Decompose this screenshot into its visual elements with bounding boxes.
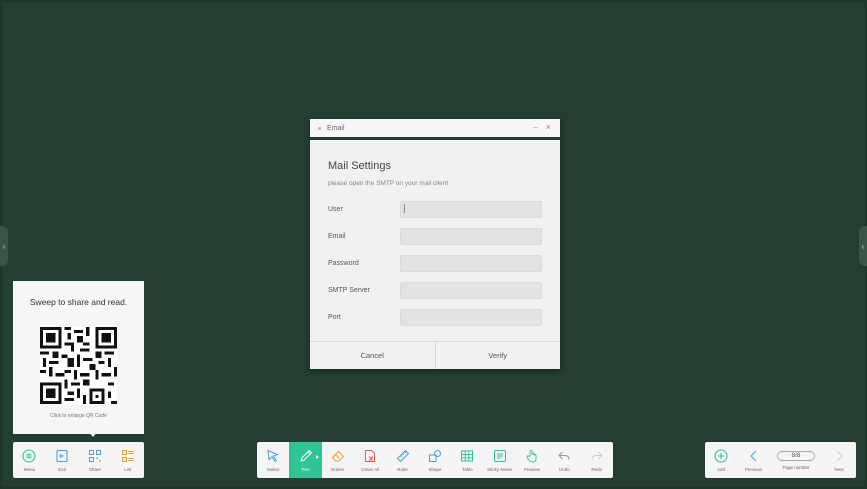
sticky-notes-label: Sticky-Notes [487, 466, 513, 472]
smtp-server-label: SMTP Server [328, 287, 370, 294]
table-icon [461, 450, 474, 461]
dialog-subtitle: please open the SMTP on your mail client [328, 180, 449, 187]
qr-icon [88, 449, 101, 462]
eraser-icon [331, 450, 345, 461]
dialog-heading: Mail Settings [328, 160, 391, 172]
sticky-notes-tool[interactable]: Sticky-Notes [484, 442, 516, 478]
dialog-footer: Cancel Verify [310, 341, 560, 369]
page-indicator[interactable]: 8/8 [777, 450, 815, 461]
next-page-button[interactable]: Next [822, 442, 856, 478]
undo-button[interactable]: Undo [548, 442, 580, 478]
preview-tool[interactable]: Preview [516, 442, 548, 478]
share-panel-pointer [88, 431, 98, 437]
undo-icon [558, 451, 570, 460]
shape-tool[interactable]: Shape [419, 442, 451, 478]
list-icon [121, 449, 134, 462]
menu-button[interactable]: Menu [13, 442, 46, 478]
drawing-toolbar: Select Pen Eraser Clean All Ruler Shape … [257, 442, 613, 478]
ruler-label: Ruler [397, 466, 408, 472]
share-label: Share [88, 466, 101, 472]
preview-label: Preview [524, 466, 541, 472]
shape-label: Shape [428, 466, 442, 472]
pen-icon [299, 449, 312, 462]
previous-page-button[interactable]: Previous [737, 442, 770, 478]
exit-button[interactable]: Exit [46, 442, 79, 478]
right-edge-expand-handle[interactable]: ‹ [859, 226, 867, 266]
left-edge-expand-handle[interactable]: › [0, 226, 8, 266]
menu-label: Menu [23, 466, 35, 472]
add-icon [714, 448, 728, 463]
chevron-left-icon [749, 450, 756, 461]
share-title: Sweep to share and read. [29, 297, 128, 307]
password-label: Password [328, 260, 359, 267]
add-label: Add [716, 466, 725, 472]
table-label: Table [461, 466, 473, 472]
table-tool[interactable]: Table [451, 442, 483, 478]
ruler-tool[interactable]: Ruler [386, 442, 418, 478]
eraser-label: Eraser [331, 466, 345, 472]
list-button[interactable]: List [111, 442, 144, 478]
pen-tool[interactable]: Pen [289, 442, 322, 478]
select-label: Select [266, 466, 280, 472]
port-input[interactable] [400, 309, 542, 326]
qr-code-image[interactable] [40, 327, 117, 404]
minimize-button[interactable]: – [533, 122, 538, 132]
eraser-tool[interactable]: Eraser [322, 442, 354, 478]
email-settings-dialog: Email – × Mail Settings please open the … [310, 119, 560, 369]
add-page-button[interactable]: Add [705, 442, 737, 478]
window-dot-icon [318, 126, 321, 130]
user-input[interactable] [400, 201, 542, 218]
chevron-right-icon: › [2, 241, 6, 251]
menu-icon [22, 448, 36, 463]
redo-label: Redo [591, 466, 603, 472]
email-label: Email [328, 233, 346, 240]
ruler-icon [396, 449, 409, 462]
next-label: Next [834, 466, 844, 472]
dialog-title: Email [327, 124, 345, 132]
sticky-note-icon [493, 449, 506, 462]
undo-label: Undo [559, 466, 570, 472]
exit-label: Exit [58, 466, 66, 472]
previous-label: Previous [744, 466, 763, 472]
redo-icon [591, 451, 603, 460]
page-number-selector[interactable]: 8/8 Page number [770, 442, 822, 478]
port-label: Port [328, 314, 341, 321]
clean-all-icon [365, 449, 376, 462]
dialog-titlebar: Email – × [310, 119, 560, 140]
chevron-left-icon: ‹ [861, 241, 865, 251]
redo-button[interactable]: Redo [581, 442, 613, 478]
page-number-label: Page number [782, 464, 810, 470]
email-input[interactable] [400, 228, 542, 245]
pen-options-arrow-icon[interactable] [315, 455, 319, 459]
share-button[interactable]: Share [79, 442, 112, 478]
enlarge-qr-hint[interactable]: Click to enlarge QR Code [13, 413, 144, 419]
pen-label: Pen [301, 466, 310, 472]
close-button[interactable]: × [546, 122, 551, 132]
clean-all-tool[interactable]: Clean All [354, 442, 386, 478]
select-tool[interactable]: Select [257, 442, 289, 478]
list-label: List [124, 466, 132, 472]
cursor-icon [267, 449, 280, 462]
exit-icon [56, 449, 68, 462]
chevron-right-icon [836, 450, 843, 461]
preview-hand-icon [526, 449, 537, 462]
page-toolbar: Add Previous 8/8 Page number Next [705, 442, 856, 478]
text-caret [404, 204, 405, 213]
user-label: User [328, 206, 343, 213]
left-toolbar: Menu Exit Share List [13, 442, 144, 478]
cancel-button[interactable]: Cancel [310, 342, 435, 369]
share-panel: Sweep to share and read. Click to enlarg… [13, 281, 144, 434]
verify-button[interactable]: Verify [434, 342, 561, 369]
shape-icon [428, 449, 441, 462]
password-input[interactable] [400, 255, 542, 272]
clean-all-label: Clean All [361, 466, 380, 472]
smtp-server-input[interactable] [400, 282, 542, 299]
